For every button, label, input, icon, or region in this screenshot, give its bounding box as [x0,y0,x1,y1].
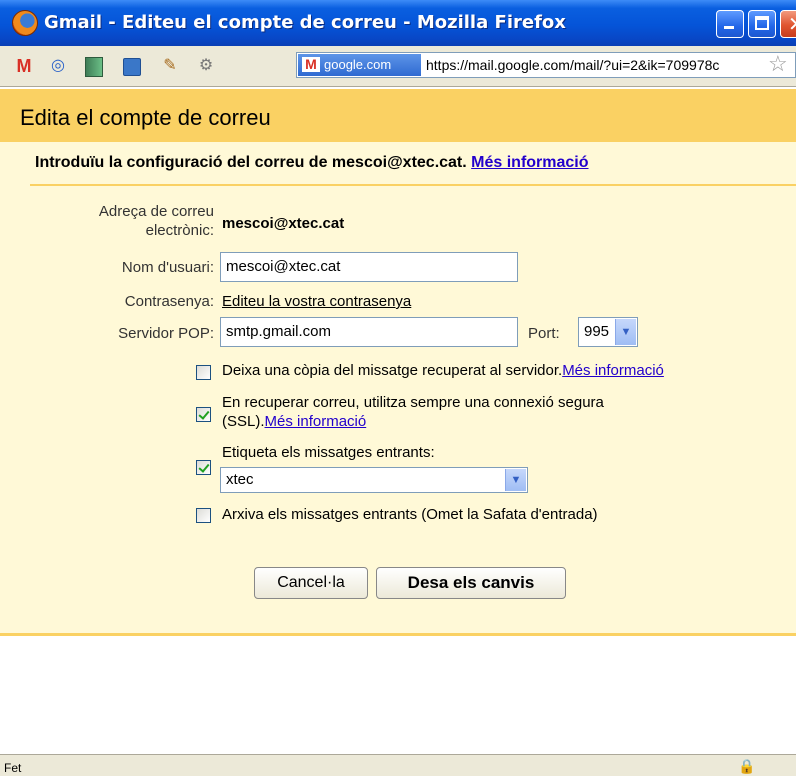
leave-copy-checkbox[interactable] [196,365,211,380]
intro-text: Introduïu la configuració del correu de … [35,154,589,172]
archive-checkbox[interactable] [196,508,211,523]
star-icon[interactable]: ☆ [768,51,788,77]
close-button[interactable]: ✕ [780,10,796,38]
firefox-logo-icon [12,10,38,36]
port-label: Port: [528,325,560,342]
ssl-more-info-link[interactable]: Més informació [265,413,367,430]
chevron-down-icon[interactable]: ▼ [615,319,636,345]
gear-icon[interactable]: ⚙ [196,56,216,76]
username-label: Nom d'usuari: [121,259,214,276]
ssl-label-line1: En recuperar correu, utilitza sempre una… [222,394,604,411]
minimize-button[interactable] [716,10,744,38]
address-bar[interactable]: M google.com https://mail.google.com/mai… [296,52,796,78]
intro-label: Introduïu la configuració del correu de … [35,154,467,171]
ssl-checkbox[interactable] [196,407,211,422]
ssl-option: En recuperar correu, utilitza sempre una… [222,393,604,431]
maximize-button[interactable] [748,10,776,38]
leave-copy-option: Deixa una còpia del missatge recuperat a… [222,362,664,379]
tools-icon[interactable]: ✎ [160,56,180,76]
chevron-down-icon[interactable]: ▼ [505,469,526,491]
edit-password-link[interactable]: Editeu la vostra contrasenya [222,293,411,310]
port-value: 995 [584,323,610,340]
site-badge-label: google.com [324,57,392,72]
notebook-icon[interactable] [84,56,104,77]
status-bar: Fet 🔒 [0,754,796,776]
dialog-title: Edita el compte de correu [20,105,271,130]
dialog-header: Edita el compte de correu [0,89,796,142]
ssl-label-line2: (SSL). [222,413,265,430]
dialog-panel: Introduïu la configuració del correu de … [0,142,796,636]
window-title: Gmail - Editeu el compte de correu - Moz… [44,12,566,33]
minimize-icon [724,26,734,29]
status-text: Fet [4,761,22,775]
archive-option-text: Arxiva els missatges entrants (Omet la S… [222,506,598,523]
firefox-window: Gmail - Editeu el compte de correu - Moz… [0,0,796,776]
label-checkbox[interactable] [196,460,211,475]
leave-copy-label: Deixa una còpia del missatge recuperat a… [222,362,563,379]
divider [30,184,796,186]
feed-icon[interactable] [122,56,142,76]
email-value: mescoi@xtec.cat [222,215,345,232]
intro-more-info-link[interactable]: Més informació [471,154,588,171]
label-select-value: xtec [226,471,254,488]
label-option-text: Etiqueta els missatges entrants: [222,444,435,461]
maximize-icon [755,16,769,30]
gmail-favicon-icon: M [302,57,320,72]
email-label-line2: electrònic: [145,222,214,239]
cancel-button[interactable]: Cancel·la [254,567,368,599]
save-button[interactable]: Desa els canvis [376,567,566,599]
email-label-line1: Adreça de correu [98,203,214,220]
navigation-bar: M ◎ ✎ ⚙ M google.com https://mail.google… [0,46,796,87]
site-identity-badge[interactable]: M google.com [298,54,421,76]
pop-server-label: Servidor POP: [118,325,214,342]
compass-icon[interactable]: ◎ [48,56,68,76]
url-text[interactable]: https://mail.google.com/mail/?ui=2&ik=70… [426,57,719,73]
title-bar: Gmail - Editeu el compte de correu - Moz… [0,0,796,46]
username-input[interactable]: mescoi@xtec.cat [220,252,518,282]
email-label: Adreça de correu electrònic: [40,202,214,240]
leave-copy-more-info-link[interactable]: Més informació [562,362,664,379]
lock-icon[interactable]: 🔒 [738,758,755,774]
gmail-icon[interactable]: M [14,56,34,76]
password-label: Contrasenya: [124,293,214,310]
pop-server-input[interactable]: smtp.gmail.com [220,317,518,347]
port-select[interactable]: 995 ▼ [578,317,638,347]
close-icon: ✕ [788,12,796,36]
label-select[interactable]: xtec ▼ [220,467,528,493]
